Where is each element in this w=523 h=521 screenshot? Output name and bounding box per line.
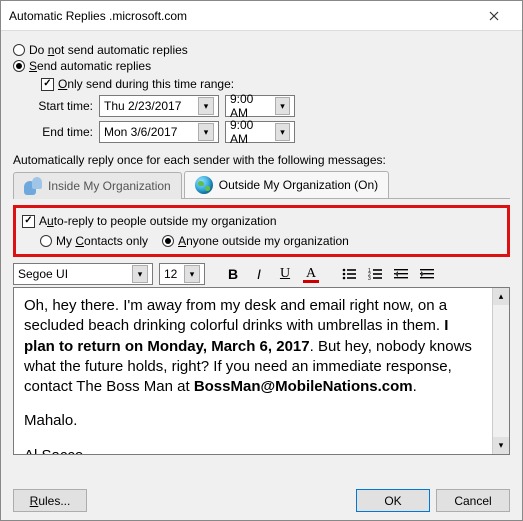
only-send-range[interactable]: Only send during this time range: (41, 77, 510, 91)
auto-reply-label: Automatically reply once for each sender… (13, 153, 510, 167)
start-time-value: 9:00 AM (230, 92, 271, 120)
radio-icon (162, 235, 174, 247)
chevron-down-icon: ▾ (198, 123, 214, 141)
message-paragraph-3: Al Sacco (24, 446, 482, 455)
auto-reply-outside[interactable]: Auto-reply to people outside my organiza… (22, 214, 501, 228)
checkbox-icon (22, 215, 35, 228)
chevron-down-icon: ▾ (275, 123, 290, 141)
start-time-select[interactable]: 9:00 AM ▾ (225, 95, 295, 117)
message-paragraph-2: Mahalo. (24, 411, 482, 431)
radio-icon (13, 44, 25, 56)
msg-text: . (413, 378, 417, 395)
cancel-button[interactable]: Cancel (436, 489, 510, 512)
tab-outside-label: Outside My Organization (On) (219, 178, 378, 192)
button-bar: Rules... OK Cancel (13, 489, 510, 512)
italic-button[interactable]: I (249, 264, 269, 284)
radio-icon (40, 235, 52, 247)
globe-icon (195, 176, 213, 194)
rules-button[interactable]: Rules... (13, 489, 87, 512)
bullet-list-button[interactable] (339, 264, 359, 284)
font-family-value: Segoe UI (18, 267, 68, 281)
msg-bold-email: BossMan@MobileNations.com (194, 378, 413, 395)
end-date-value: Mon 3/6/2017 (104, 125, 177, 139)
scope-contacts-only[interactable]: My Contacts only (40, 234, 148, 248)
radio-icon (13, 60, 25, 72)
mode-send[interactable]: Send automatic replies (13, 59, 510, 73)
editor-scrollbar[interactable]: ▴ ▾ (492, 288, 509, 454)
chevron-down-icon: ▾ (198, 97, 214, 115)
people-icon (24, 177, 42, 195)
mode-do-not-send[interactable]: Do not send automatic replies (13, 43, 510, 57)
scroll-up-button[interactable]: ▴ (493, 288, 509, 305)
end-date-select[interactable]: Mon 3/6/2017 ▾ (99, 121, 219, 143)
auto-replies-dialog: Automatic Replies .microsoft.com Do not … (0, 0, 523, 521)
tab-inside-label: Inside My Organization (48, 179, 171, 193)
scope-anyone-label: Anyone outside my organization (178, 234, 349, 248)
titlebar: Automatic Replies .microsoft.com (1, 1, 522, 31)
bold-button[interactable]: B (223, 264, 243, 284)
checkbox-icon (41, 78, 54, 91)
tab-inside[interactable]: Inside My Organization (13, 172, 182, 199)
chevron-down-icon: ▾ (184, 265, 200, 283)
end-time-value: 9:00 AM (230, 118, 271, 146)
numbered-list-button[interactable]: 123 (365, 264, 385, 284)
font-size-value: 12 (164, 267, 177, 281)
start-time-row: Start time: Thu 2/23/2017 ▾ 9:00 AM ▾ (13, 95, 510, 117)
dialog-body: Do not send automatic replies Send autom… (1, 31, 522, 461)
outside-scope: My Contacts only Anyone outside my organ… (40, 232, 501, 250)
chevron-down-icon: ▾ (275, 97, 290, 115)
svg-text:3: 3 (368, 276, 371, 280)
start-date-select[interactable]: Thu 2/23/2017 ▾ (99, 95, 219, 117)
underline-button[interactable]: U (275, 264, 295, 284)
tab-outside[interactable]: Outside My Organization (On) (184, 171, 389, 198)
font-color-button[interactable]: A (301, 264, 321, 284)
start-time-label: Start time: (13, 99, 93, 113)
only-send-range-label: Only send during this time range: (58, 77, 234, 91)
scope-contacts-only-label: My Contacts only (56, 234, 148, 248)
message-editor-wrap: Oh, hey there. I'm away from my desk and… (13, 287, 510, 455)
scroll-track[interactable] (493, 305, 509, 437)
mode-send-label: Send automatic replies (29, 59, 151, 73)
msg-text: Oh, hey there. I'm away from my desk and… (24, 297, 447, 334)
scope-anyone[interactable]: Anyone outside my organization (162, 234, 349, 248)
increase-indent-button[interactable] (417, 264, 437, 284)
scroll-down-button[interactable]: ▾ (493, 437, 509, 454)
font-size-select[interactable]: 12 ▾ (159, 263, 205, 285)
window-title: Automatic Replies .microsoft.com (9, 9, 474, 23)
tabs: Inside My Organization Outside My Organi… (13, 171, 510, 199)
auto-reply-outside-label: Auto-reply to people outside my organiza… (39, 214, 277, 228)
start-date-value: Thu 2/23/2017 (104, 99, 181, 113)
close-icon (489, 11, 499, 21)
end-time-row: End time: Mon 3/6/2017 ▾ 9:00 AM ▾ (13, 121, 510, 143)
font-family-select[interactable]: Segoe UI ▾ (13, 263, 153, 285)
mode-do-not-send-label: Do not send automatic replies (29, 43, 188, 57)
outside-options-highlight: Auto-reply to people outside my organiza… (13, 205, 510, 257)
message-editor[interactable]: Oh, hey there. I'm away from my desk and… (14, 288, 492, 454)
close-button[interactable] (474, 2, 514, 30)
message-paragraph-1: Oh, hey there. I'm away from my desk and… (24, 296, 482, 397)
decrease-indent-button[interactable] (391, 264, 411, 284)
end-time-select[interactable]: 9:00 AM ▾ (225, 121, 295, 143)
chevron-down-icon: ▾ (132, 265, 148, 283)
ok-button[interactable]: OK (356, 489, 430, 512)
format-toolbar: Segoe UI ▾ 12 ▾ B I U A 123 (13, 263, 510, 285)
end-time-label: End time: (13, 125, 93, 139)
